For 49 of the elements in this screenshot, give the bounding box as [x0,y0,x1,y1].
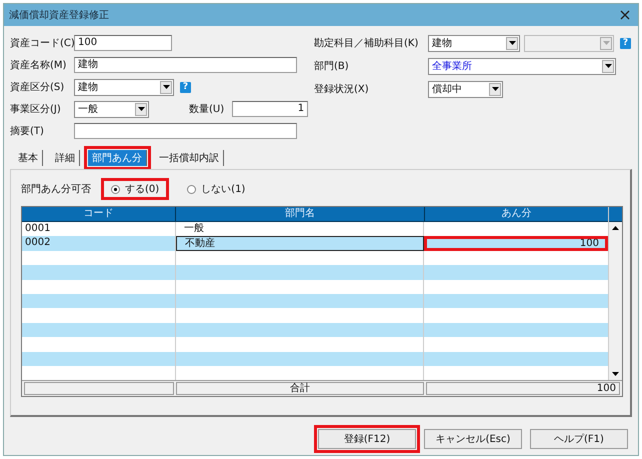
help-icon[interactable]: ? [180,82,191,92]
field-label: 資産名称(M) [10,58,68,72]
tab[interactable]: 詳細 [51,150,80,166]
field-label: 事業区分(J) [10,102,62,116]
dropdown-arrow-icon [508,41,516,45]
tab[interactable]: 部門あん分 [88,150,147,166]
field-label: 摘要(T) [10,124,45,138]
dropdown-arrow-icon [138,107,144,111]
field-label: 資産区分(S) [10,80,66,94]
table-cell: 不動産 [176,236,424,251]
column-header: 部門名 [176,207,425,221]
input-field[interactable]: 建物 [74,57,297,73]
window-title: 減価償却資産登録修正 [9,8,109,22]
total-value: 100 [426,382,620,396]
input-field[interactable]: 1 [232,101,308,117]
radio-option[interactable]: する(0) [105,182,166,196]
dropdown[interactable]: 建物 [428,34,520,52]
scroll-down-icon[interactable] [612,372,619,376]
dropdown[interactable]: 建物 [74,78,174,96]
column-header: あん分 [500,207,532,221]
input-field[interactable]: 100 [74,35,172,51]
dialog-button[interactable]: ヘルプ(F1) [530,429,628,449]
dropdown-arrow-icon [602,41,610,45]
field-label: 登録状況(X) [314,82,370,96]
tab[interactable]: 一括償却内訳 [155,150,224,166]
dropdown[interactable]: 全事業所 [428,58,616,74]
field-label: 勘定科目／補助科目(K) [314,36,420,50]
help-icon[interactable]: ? [620,38,631,48]
field-label: 部門(B) [314,60,350,73]
field-label: 数量(U) [189,103,224,116]
dropdown-arrow-icon [492,87,498,91]
field-label: 資産コード(C) [10,36,74,50]
dropdown-arrow-icon [162,85,170,89]
input-field[interactable] [74,123,297,139]
table-cell: 一般 [176,222,424,236]
close-icon[interactable] [620,10,630,20]
scroll-up-icon[interactable] [612,226,619,230]
dropdown-arrow-icon [604,64,612,68]
total-label: 合計 [176,382,424,396]
radio-option[interactable]: しない(1) [181,182,252,196]
option-label: 部門あん分可否 [21,182,91,196]
table-cell: 100 [424,236,608,251]
tab[interactable]: 基本 [14,150,43,166]
dialog-button[interactable]: キャンセル(Esc) [424,429,522,449]
column-header: コード [22,207,176,221]
dialog-button[interactable]: 登録(F12) [318,429,416,449]
dropdown[interactable]: 償却中 [428,80,503,98]
scrollbar[interactable] [608,207,622,380]
dropdown[interactable]: 一般 [74,100,149,118]
